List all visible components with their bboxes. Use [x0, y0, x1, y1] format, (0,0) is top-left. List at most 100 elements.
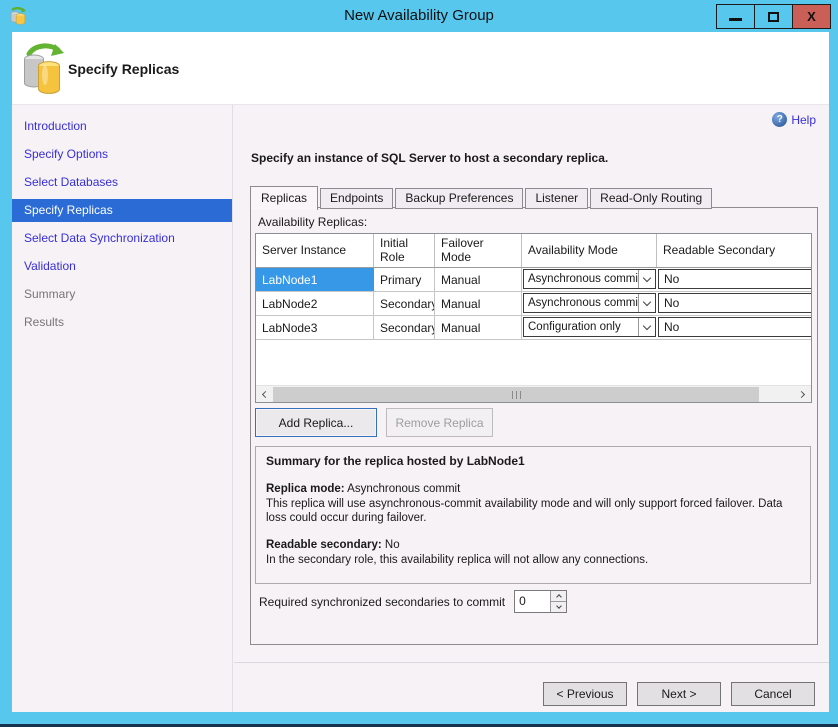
database-sync-icon: [21, 41, 65, 97]
replicas-tab-panel: Availability Replicas: Server Instance I…: [250, 207, 818, 645]
cell-server-instance[interactable]: LabNode2: [256, 292, 374, 315]
dropdown-value: Configuration only: [524, 321, 638, 333]
replica-mode-description: This replica will use asynchronous-commi…: [266, 497, 800, 527]
replica-mode-value: Asynchronous commit: [347, 483, 460, 495]
dropdown-button[interactable]: [638, 270, 655, 288]
cell-failover-mode[interactable]: Manual: [435, 292, 522, 315]
title-bar: New Availability Group X: [0, 0, 838, 32]
cell-initial-role[interactable]: Primary: [374, 268, 435, 291]
cell-server-instance[interactable]: LabNode3: [256, 316, 374, 339]
page-title: Specify Replicas: [68, 61, 179, 77]
quorum-row: Required synchronized secondaries to com…: [259, 590, 567, 613]
readable-secondary-dropdown[interactable]: No: [658, 317, 812, 337]
quorum-value[interactable]: 0: [515, 591, 550, 612]
sidebar-item-select-data-synchronization[interactable]: Select Data Synchronization: [12, 227, 232, 250]
chevron-down-icon: [643, 273, 651, 281]
summary-readable-secondary: Readable secondary: No In the secondary …: [266, 538, 800, 568]
quorum-spinner[interactable]: 0: [514, 590, 567, 613]
sidebar-item-summary: Summary: [12, 283, 232, 306]
chevron-down-icon: [643, 297, 651, 305]
sidebar-item-specify-options[interactable]: Specify Options: [12, 143, 232, 166]
dropdown-button[interactable]: [638, 318, 655, 336]
tab-listener[interactable]: Listener: [525, 188, 588, 209]
cell-failover-mode[interactable]: Manual: [435, 316, 522, 339]
cell-server-instance[interactable]: LabNode1: [256, 268, 374, 291]
cell-availability-mode: Asynchronous commit: [522, 268, 657, 291]
readable-secondary-dropdown[interactable]: No: [658, 269, 812, 289]
tab-strip: Replicas Endpoints Backup Preferences Li…: [250, 185, 714, 209]
col-header-readable-secondary: Readable Secondary: [657, 234, 812, 267]
help-link[interactable]: ? Help: [772, 112, 816, 127]
help-label: Help: [791, 113, 816, 127]
summary-title: Summary for the replica hosted by LabNod…: [266, 454, 800, 470]
replica-mode-label: Replica mode:: [266, 483, 345, 495]
sidebar-item-select-databases[interactable]: Select Databases: [12, 171, 232, 194]
cell-failover-mode[interactable]: Manual: [435, 268, 522, 291]
scrollbar-thumb[interactable]: [273, 387, 759, 402]
dropdown-value: No: [664, 296, 679, 310]
dropdown-value: Asynchronous commit: [524, 273, 638, 285]
scroll-right-button[interactable]: [794, 386, 811, 403]
availability-mode-dropdown[interactable]: Configuration only: [523, 317, 656, 337]
readable-secondary-description: In the secondary role, this availability…: [266, 553, 800, 568]
window-controls: X: [717, 4, 831, 29]
cell-initial-role[interactable]: Secondary: [374, 316, 435, 339]
cell-initial-role[interactable]: Secondary: [374, 292, 435, 315]
cell-availability-mode: Configuration only: [522, 316, 657, 339]
summary-replica-mode: Replica mode: Asynchronous commit This r…: [266, 482, 800, 527]
next-button[interactable]: Next >: [637, 682, 721, 706]
table-row: LabNode1 Primary Manual Asynchronous com…: [256, 268, 811, 292]
instruction-text: Specify an instance of SQL Server to hos…: [251, 151, 608, 165]
chevron-up-icon: [556, 594, 562, 600]
cancel-button[interactable]: Cancel: [731, 682, 815, 706]
window-title: New Availability Group: [0, 7, 838, 24]
remove-replica-button: Remove Replica: [386, 408, 493, 437]
sidebar-item-introduction[interactable]: Introduction: [12, 115, 232, 138]
sidebar-item-validation[interactable]: Validation: [12, 255, 232, 278]
client-area: Specify Replicas Introduction Specify Op…: [12, 32, 829, 712]
sidebar-item-results: Results: [12, 311, 232, 334]
minimize-button[interactable]: [716, 4, 755, 29]
col-header-availability-mode: Availability Mode: [522, 234, 657, 267]
quorum-label: Required synchronized secondaries to com…: [259, 595, 505, 609]
footer-separator: [234, 662, 829, 663]
table-row: LabNode3 Secondary Manual Configuration …: [256, 316, 811, 340]
col-header-initial-role: Initial Role: [374, 234, 435, 267]
add-replica-button[interactable]: Add Replica...: [255, 408, 377, 437]
scroll-left-button[interactable]: [256, 386, 273, 403]
maximize-button[interactable]: [754, 4, 793, 29]
cell-readable-secondary: No: [657, 268, 812, 291]
cell-readable-secondary: No: [657, 292, 812, 315]
chevron-right-icon: [798, 391, 805, 398]
tab-replicas[interactable]: Replicas: [250, 186, 318, 210]
availability-mode-dropdown[interactable]: Asynchronous commit: [523, 269, 656, 289]
readable-secondary-label: Readable secondary:: [266, 539, 382, 551]
wizard-content: ? Help Specify an instance of SQL Server…: [234, 105, 829, 712]
availability-mode-dropdown[interactable]: Asynchronous commit: [523, 293, 656, 313]
spinner-down-button[interactable]: [551, 601, 566, 612]
table-row: LabNode2 Secondary Manual Asynchronous c…: [256, 292, 811, 316]
dropdown-button[interactable]: [638, 294, 655, 312]
chevron-down-icon: [556, 603, 562, 609]
tab-endpoints[interactable]: Endpoints: [320, 188, 393, 209]
chevron-left-icon: [262, 391, 269, 398]
availability-replicas-label: Availability Replicas:: [258, 215, 367, 229]
wizard-header: Specify Replicas: [12, 32, 829, 105]
replicas-grid: Server Instance Initial Role Failover Mo…: [255, 233, 812, 403]
previous-button[interactable]: < Previous: [543, 682, 627, 706]
horizontal-scrollbar[interactable]: [256, 385, 811, 402]
scrollbar-grip-icon: [512, 391, 521, 399]
tab-backup-preferences[interactable]: Backup Preferences: [395, 188, 523, 209]
help-icon: ?: [772, 112, 787, 127]
col-header-failover-mode: Failover Mode: [435, 234, 522, 267]
wizard-steps-sidebar: Introduction Specify Options Select Data…: [12, 105, 233, 712]
col-header-server-instance: Server Instance: [256, 234, 374, 267]
spinner-buttons: [550, 591, 566, 612]
readable-secondary-dropdown[interactable]: No: [658, 293, 812, 313]
footer-buttons: < Previous Next > Cancel: [543, 682, 815, 706]
spinner-up-button[interactable]: [551, 591, 566, 601]
tab-read-only-routing[interactable]: Read-Only Routing: [590, 188, 712, 209]
sidebar-item-specify-replicas[interactable]: Specify Replicas: [12, 199, 232, 222]
readable-secondary-value: No: [385, 539, 400, 551]
close-button[interactable]: X: [792, 4, 831, 29]
